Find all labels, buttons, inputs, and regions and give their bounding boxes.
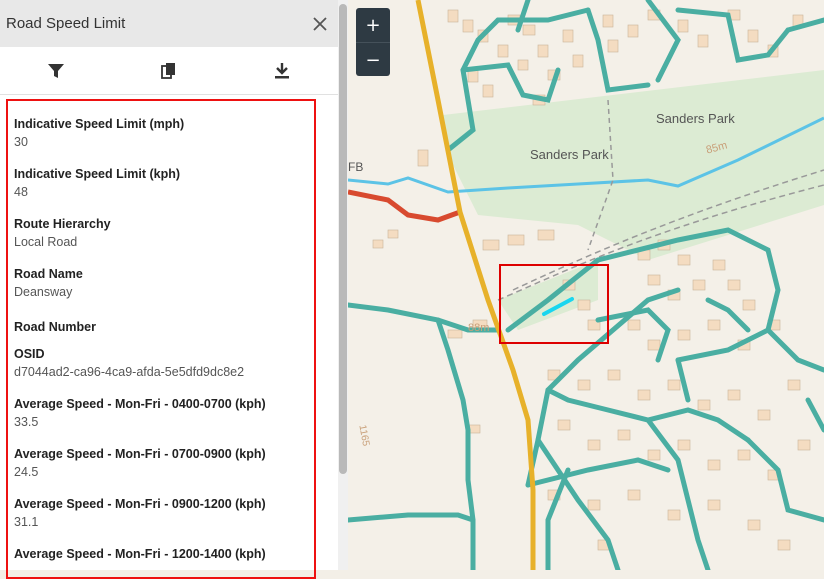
selection-box — [499, 264, 609, 344]
filter-icon — [48, 63, 65, 78]
panel-title: Road Speed Limit — [6, 15, 126, 32]
attribute-label: Average Speed - Mon-Fri - 0900-1200 (kph… — [14, 497, 266, 511]
attribute-item: Indicative Speed Limit (mph) 30 — [8, 116, 314, 150]
attribute-item: Average Speed - Mon-Fri - 0700-0900 (kph… — [8, 446, 314, 480]
zoom-control: + − — [356, 8, 390, 76]
park-label: Sanders Park — [530, 147, 609, 162]
attribute-value: Deansway — [14, 285, 73, 299]
download-icon — [274, 62, 289, 78]
contour-label: 88m — [468, 322, 490, 334]
attribute-item: OSID d7044ad2-ca96-4ca9-afda-5e5dfd9dc8e… — [8, 346, 314, 380]
attribute-label: Road Name — [14, 267, 83, 281]
filter-button[interactable] — [0, 47, 113, 94]
attribute-label: OSID — [14, 347, 45, 361]
attribute-value: 30 — [14, 135, 28, 149]
attribute-label: Indicative Speed Limit (mph) — [14, 117, 185, 131]
close-button[interactable] — [308, 12, 332, 36]
map-view[interactable]: Sanders Park Sanders Park 85m 88m FB 116… — [348, 0, 824, 570]
attribute-value: 33.5 — [14, 415, 39, 429]
attribute-value: 24.5 — [14, 465, 39, 479]
attribute-label: Road Number — [14, 320, 96, 334]
park-area — [443, 70, 824, 260]
attribute-label: Average Speed - Mon-Fri - 1200-1400 (kph… — [14, 547, 266, 561]
fb-label: FB — [348, 160, 364, 174]
attribute-value: Local Road — [14, 235, 78, 249]
attribute-value: 31.1 — [14, 515, 39, 529]
attribute-item: Route Hierarchy Local Road — [8, 216, 314, 250]
attribute-list: Indicative Speed Limit (mph) 30 Indicati… — [6, 99, 316, 579]
scrollbar-thumb[interactable] — [339, 4, 347, 474]
attribute-item: Road Name Deansway — [8, 266, 314, 300]
attribute-value: d7044ad2-ca96-4ca9-afda-5e5dfd9dc8e2 — [14, 365, 245, 379]
attribute-value: 48 — [14, 185, 28, 199]
close-icon — [313, 16, 327, 31]
attribute-item: Indicative Speed Limit (kph) 48 — [8, 166, 314, 200]
attribute-item: Average Speed - Mon-Fri - 0900-1200 (kph… — [8, 496, 314, 530]
zoom-in-button[interactable]: + — [356, 8, 390, 42]
feature-panel: Road Speed Limit Indicative Speed Limit … — [0, 0, 338, 579]
attribute-label: Indicative Speed Limit (kph) — [14, 167, 180, 181]
attribute-label: Average Speed - Mon-Fri - 0400-0700 (kph… — [14, 397, 266, 411]
b-road — [348, 189, 461, 223]
attribute-item: Road Number — [8, 319, 314, 335]
park-label: Sanders Park — [656, 111, 735, 126]
download-button[interactable] — [225, 47, 338, 94]
copy-button[interactable] — [113, 47, 226, 94]
copy-icon — [161, 63, 175, 79]
attribute-label: Route Hierarchy — [14, 217, 111, 231]
attribute-item: Average Speed - Mon-Fri - 1200-1400 (kph… — [8, 546, 314, 562]
attribute-item: Average Speed - Mon-Fri - 0400-0700 (kph… — [8, 396, 314, 430]
panel-header: Road Speed Limit — [0, 0, 338, 47]
zoom-out-button[interactable]: − — [356, 42, 390, 77]
panel-scrollbar[interactable] — [338, 0, 348, 570]
panel-toolbar — [0, 47, 338, 95]
attribute-label: Average Speed - Mon-Fri - 0700-0900 (kph… — [14, 447, 266, 461]
